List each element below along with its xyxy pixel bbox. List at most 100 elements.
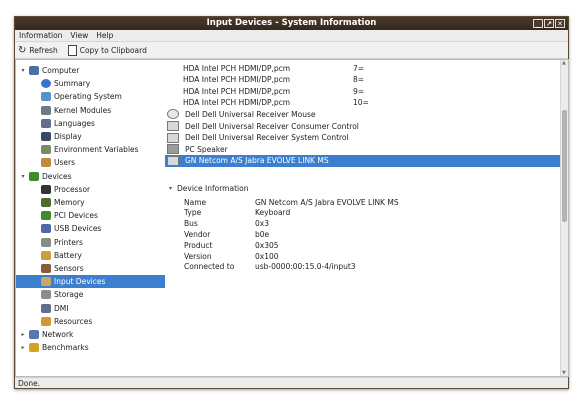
detail-row: Connected to usb-0000:00:15.0-4/input3 [165,261,555,273]
detail-value[interactable]: 0x3 [255,219,269,228]
device-row[interactable]: HDA Intel PCH HDMI/DP,pcm 8= [165,74,562,86]
tree-item-label: DMI [54,303,69,313]
tree-item-label: Environment Variables [54,145,139,155]
menu-information[interactable]: Information [19,30,62,41]
device-panel: HDA Intel PCH HDMI/DP,pcm 7= HDA Intel PCH… [165,59,569,377]
tree-item-label: Languages [54,118,95,128]
sidebar-item-printers[interactable]: Printers [38,236,83,249]
pci-icon [41,211,51,221]
detail-value[interactable]: b0e [255,230,269,239]
sidebar-item-usb-devices[interactable]: USB Devices [38,222,101,235]
device-value: 10= [353,98,369,108]
sidebar-item-benchmarks[interactable]: ▸ Benchmarks [20,341,89,354]
tree-item-label: Printers [54,237,83,247]
title-bar[interactable]: Input Devices - System Information _ ↗ ✕ [15,17,568,30]
sidebar-item-resources[interactable]: Resources [38,315,92,328]
devices-icon [29,171,39,181]
usb-icon [41,224,51,234]
device-row[interactable]: Dell Dell Universal Receiver System Cont… [165,132,562,144]
device-indent [167,99,177,107]
expanded-arrow-icon[interactable]: ▾ [20,67,26,74]
app-window: Input Devices - System Information _ ↗ ✕… [14,16,569,389]
sidebar-item-memory[interactable]: Memory [38,196,85,209]
refresh-icon: ↻ [18,44,27,56]
copy-to-clipboard-button[interactable]: Copy to Clipboard [67,44,147,56]
device-row[interactable]: GN Netcom A/S Jabra EVOLVE LINK MS [165,154,562,167]
module-icon [41,105,51,115]
os-icon [41,92,51,102]
device-row[interactable]: HDA Intel PCH HDMI/DP,pcm 9= [165,85,562,97]
scroll-up-icon[interactable]: ▲ [562,60,566,66]
tree-item-label: Input Devices [54,277,106,287]
detail-value[interactable]: usb-0000:00:15.0-4/input3 [255,262,356,271]
keyboard-icon [167,121,179,131]
sidebar-item-kernel-modules[interactable]: Kernel Modules [38,104,111,117]
env-icon [41,145,51,155]
minimize-button[interactable]: _ [533,19,543,28]
memory-icon [41,198,51,207]
sidebar-item-input-devices[interactable]: Input Devices [16,275,165,289]
sidebar-item-environment-variables[interactable]: Environment Variables [38,143,139,156]
device-row[interactable]: Dell Dell Universal Receiver Mouse [165,108,562,120]
device-indent [167,64,177,72]
menu-help[interactable]: Help [96,30,113,41]
device-name: Dell Dell Universal Receiver System Cont… [185,133,349,143]
menu-bar: Information View Help [15,30,568,42]
vertical-scrollbar[interactable]: ▲ ▼ [560,60,568,376]
maximize-button[interactable]: ↗ [544,19,554,28]
sidebar-item-display[interactable]: Display [38,130,82,143]
sidebar-item-sensors[interactable]: Sensors [38,262,84,275]
device-row[interactable]: PC Speaker [165,143,562,155]
input-icon [41,277,51,287]
device-name: HDA Intel PCH HDMI/DP,pcm [183,86,291,96]
sidebar-item-processor[interactable]: Processor [38,183,90,196]
close-button[interactable]: ✕ [555,19,565,28]
section-device-information[interactable]: ▾ Device Information [169,182,248,194]
display-icon [41,132,51,141]
status-bar: Done. [15,377,568,388]
sidebar-item-summary[interactable]: Summary [38,77,90,90]
tree-item-label: USB Devices [54,224,102,234]
detail-value[interactable]: 0x100 [255,252,279,261]
sidebar-item-dmi[interactable]: DMI [38,302,68,315]
sidebar-item-storage[interactable]: Storage [38,288,83,301]
sidebar-item-languages[interactable]: Languages [38,117,95,130]
tree-item-label: Processor [54,184,91,194]
tree-item-label: Kernel Modules [54,105,112,115]
device-name: GN Netcom A/S Jabra EVOLVE LINK MS [185,156,329,166]
printer-icon [41,237,51,247]
sidebar-item-computer[interactable]: ▾ Computer [20,64,79,77]
collapsed-arrow-icon[interactable]: ▸ [20,344,26,351]
tree-item-label: Network [42,330,74,339]
sidebar-item-battery[interactable]: Battery [38,249,82,262]
device-name: HDA Intel PCH HDMI/DP,pcm [183,75,291,85]
sidebar-item-users[interactable]: Users [38,156,75,169]
sidebar-item-operating-system[interactable]: Operating System [38,90,122,103]
sidebar-item-network[interactable]: ▸ Network [20,328,73,341]
dmi-icon [41,303,51,313]
detail-value[interactable]: 0x305 [255,241,279,250]
collapsed-arrow-icon[interactable]: ▸ [20,331,26,338]
tree-item-label: Operating System [54,92,122,102]
detail-value[interactable]: GN Netcom A/S Jabra EVOLVE LINK MS [255,198,399,207]
tree-item-label: Summary [54,79,91,89]
menu-view[interactable]: View [70,30,88,41]
languages-icon [41,118,51,128]
tree-item-label: Devices [42,171,72,181]
sidebar-item-devices[interactable]: ▾ Devices [20,170,72,183]
tree-item-label: Resources [54,316,93,326]
device-row[interactable]: Dell Dell Universal Receiver Consumer Co… [165,120,562,132]
device-indent [167,76,177,84]
device-row[interactable]: HDA Intel PCH HDMI/DP,pcm 10= [165,97,562,109]
scrollbar-thumb[interactable] [562,110,567,222]
sidebar-item-pci-devices[interactable]: PCI Devices [38,209,98,222]
expanded-arrow-icon[interactable]: ▾ [20,173,26,180]
window-title: Input Devices - System Information [206,18,377,28]
category-tree[interactable]: ▾ Computer Summary Operating System Kernel M… [15,59,166,377]
refresh-button[interactable]: ↻ Refresh [18,45,58,56]
section-title: Device Information [177,183,249,193]
detail-value[interactable]: Keyboard [255,208,290,217]
device-value: 7= [353,63,365,73]
scroll-down-icon[interactable]: ▼ [562,370,566,376]
device-row[interactable]: HDA Intel PCH HDMI/DP,pcm 7= [165,62,562,74]
